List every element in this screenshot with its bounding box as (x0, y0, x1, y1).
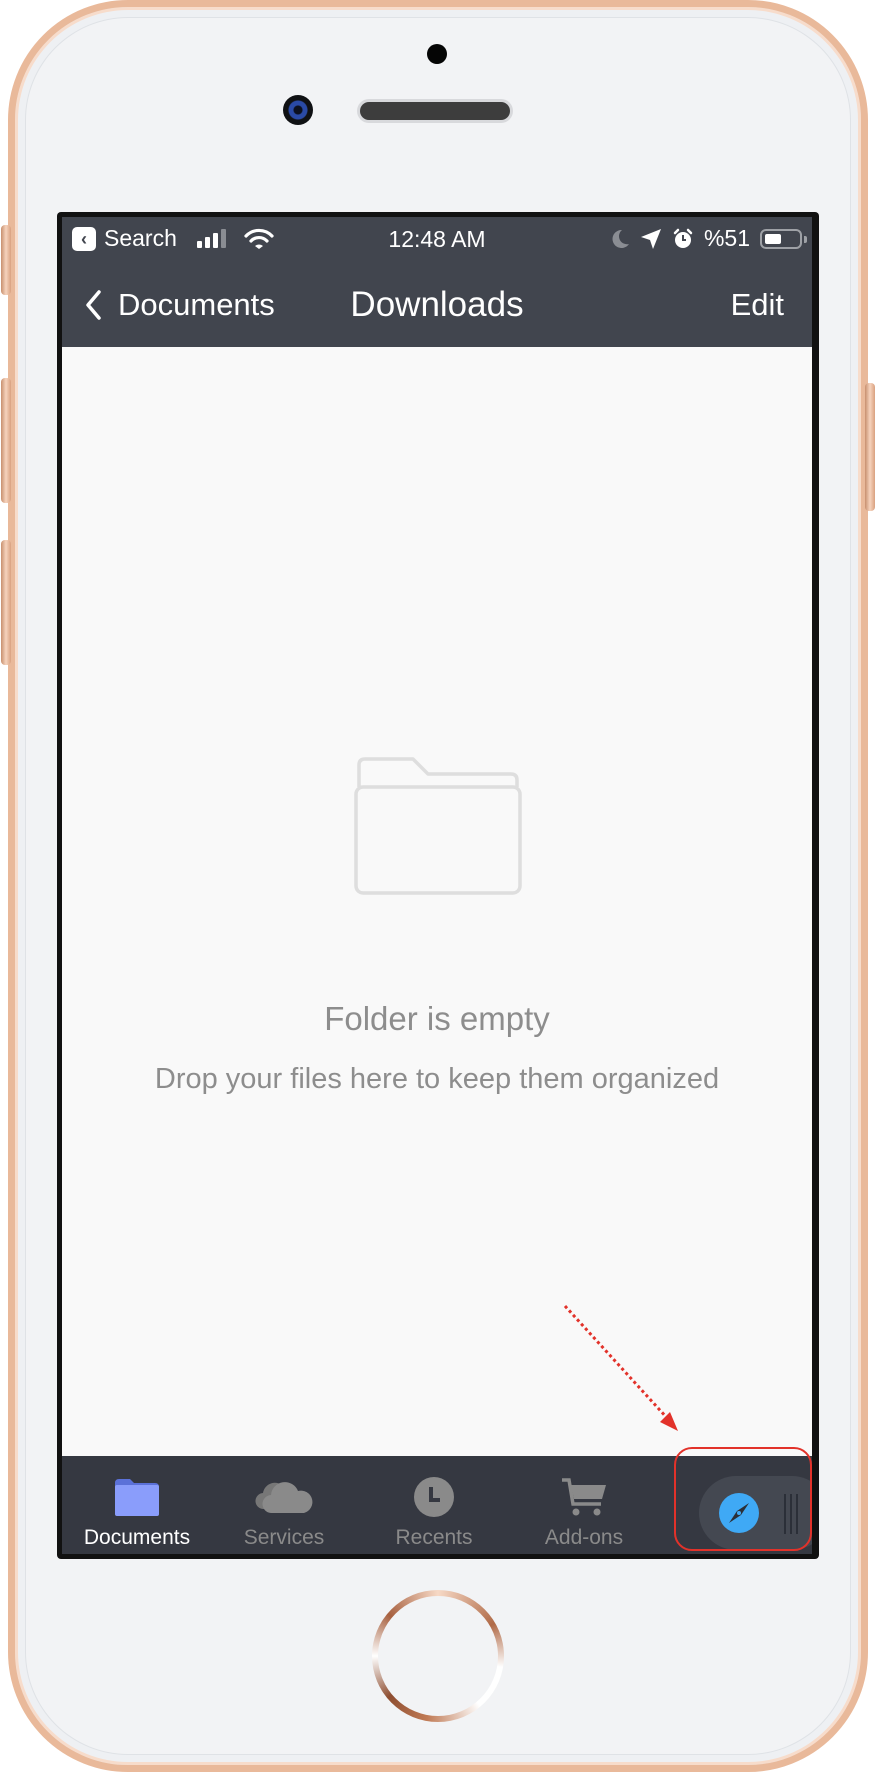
annotation-highlight-box (674, 1447, 812, 1551)
page-title: Downloads (350, 285, 524, 324)
tab-label: Documents (83, 1526, 191, 1549)
earpiece-speaker (360, 102, 510, 120)
volume-up-button (1, 378, 11, 503)
edit-button[interactable]: Edit (731, 263, 784, 347)
silent-switch (1, 225, 11, 295)
folder-outline-icon (354, 757, 522, 895)
empty-state-title: Folder is empty (324, 1000, 550, 1037)
location-arrow-icon (640, 228, 661, 249)
tab-label: Services (243, 1526, 325, 1549)
tab-documents[interactable]: Documents (67, 1456, 207, 1554)
volume-down-button (1, 540, 11, 665)
cart-icon (562, 1478, 606, 1516)
battery-icon (760, 228, 807, 249)
screen: ‹ Search 12:48 AM %51 Documents Download… (62, 217, 812, 1554)
clock-icon (414, 1477, 454, 1517)
folder-icon (115, 1479, 159, 1516)
tab-label: Recents (395, 1526, 473, 1549)
alarm-clock-icon (673, 228, 693, 248)
status-bar: ‹ Search 12:48 AM %51 (62, 217, 812, 263)
navigation-bar: Documents Downloads Edit (62, 263, 812, 347)
tab-services[interactable]: Services (214, 1456, 354, 1554)
empty-state-subtitle: Drop your files here to keep them organi… (154, 1063, 720, 1095)
battery-level-fill (765, 233, 781, 244)
tab-label: Add-ons (544, 1526, 624, 1549)
do-not-disturb-moon-icon (612, 229, 629, 248)
battery-percent: %51 (703, 225, 750, 251)
front-camera (283, 95, 313, 125)
power-button (865, 383, 875, 511)
tab-add-ons[interactable]: Add-ons (514, 1456, 654, 1554)
cloud-icon (255, 1482, 313, 1514)
tab-recents[interactable]: Recents (364, 1456, 504, 1554)
proximity-sensor (427, 44, 447, 64)
home-button[interactable] (372, 1590, 504, 1722)
